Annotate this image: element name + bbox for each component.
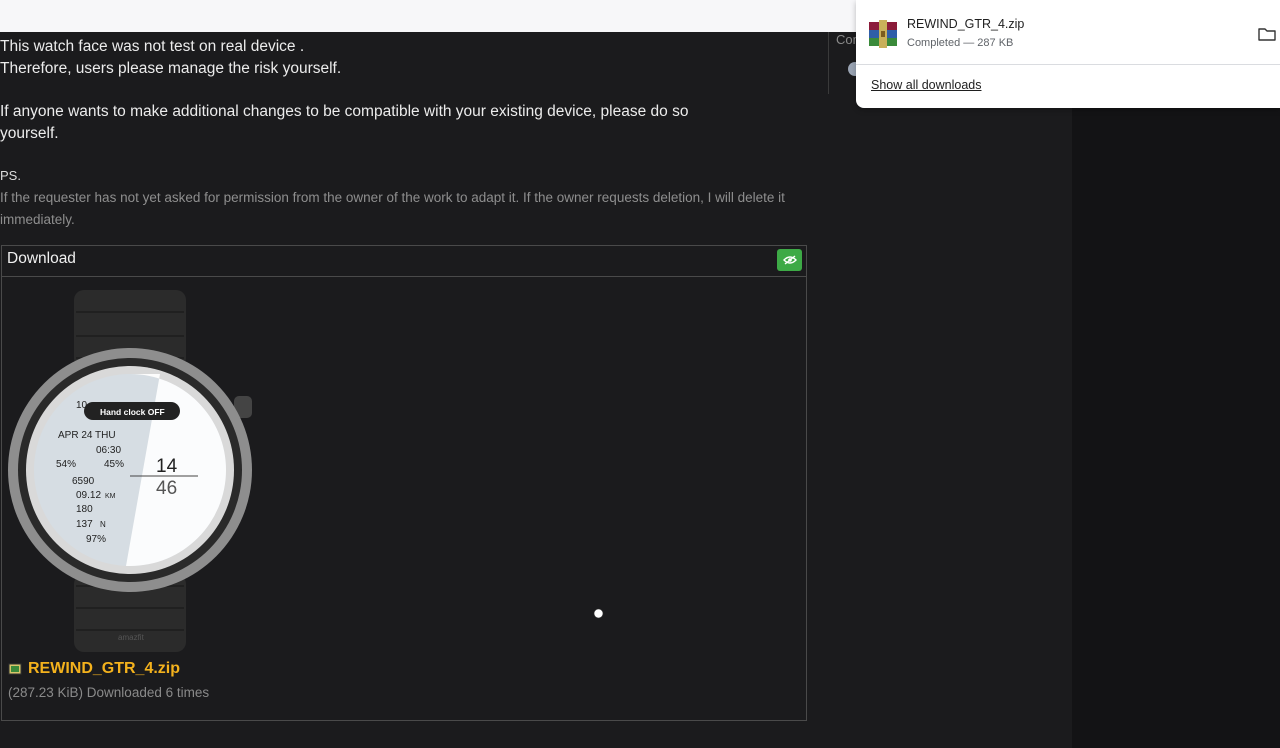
toggle-visibility-button[interactable] xyxy=(777,249,802,271)
watch-date: APR 24 THU xyxy=(58,430,116,441)
post-line-4: yourself. xyxy=(0,125,59,142)
ps-label: PS. xyxy=(0,168,21,183)
watch-calories: 180 xyxy=(76,504,93,515)
archive-file-icon xyxy=(8,663,22,675)
permission-note: If the requester has not yet asked for p… xyxy=(0,190,785,227)
open-folder-icon[interactable] xyxy=(1258,26,1276,42)
download-panel-header: Download xyxy=(2,246,806,277)
watch-temperature: 10 xyxy=(76,400,88,411)
watch-heart-badge: N xyxy=(100,520,106,529)
watch-sunrise: 06:30 xyxy=(96,445,121,456)
post-line-3: If anyone wants to make additional chang… xyxy=(0,103,689,120)
attachment-meta: (287.23 KiB) Downloaded 6 times xyxy=(8,685,210,700)
watch-hour: 14 xyxy=(156,456,178,477)
post-line-1: This watch face was not test on real dev… xyxy=(0,38,305,55)
downloads-popup: REWIND_GTR_4.zip Completed — 287 KB Show… xyxy=(856,0,1280,108)
watch-spo2: 97% xyxy=(86,534,106,545)
watch-brand: amazfit xyxy=(118,633,145,642)
download-panel-title: Download xyxy=(7,250,76,267)
attachment-download-link[interactable]: REWIND_GTR_4.zip xyxy=(28,660,180,678)
watch-distance-unit: KM xyxy=(105,493,116,500)
mouse-cursor-icon xyxy=(593,608,604,619)
watch-heart-rate: 137 xyxy=(76,519,93,530)
column-divider xyxy=(828,32,829,94)
watch-distance: 09.12 xyxy=(76,490,101,501)
attachment-row: REWIND_GTR_4.zip xyxy=(8,660,180,678)
watch-steps: 6590 xyxy=(72,476,95,487)
watch-humidity: 45% xyxy=(104,459,124,470)
download-file-name[interactable]: REWIND_GTR_4.zip xyxy=(907,17,1024,31)
download-status: Completed — 287 KB xyxy=(907,37,1014,49)
side-column: Com xyxy=(828,32,1072,748)
show-all-downloads-link[interactable]: Show all downloads xyxy=(871,78,982,92)
popup-divider xyxy=(856,64,1280,65)
watch-face-preview[interactable]: amazfit Hand clock OFF 10 APR 24 THU 06:… xyxy=(8,290,256,652)
download-panel: Download amazfit Hand clock OFF 10 APR 2… xyxy=(1,245,807,721)
post-line-2: Therefore, users please manage the risk … xyxy=(0,60,342,77)
winrar-archive-icon xyxy=(869,20,897,48)
hand-clock-toggle-label: Hand clock OFF xyxy=(100,407,165,417)
eye-off-icon xyxy=(782,255,797,265)
watch-minute: 46 xyxy=(156,478,177,499)
watch-battery: 54% xyxy=(56,459,76,470)
page-margin xyxy=(1072,32,1280,748)
